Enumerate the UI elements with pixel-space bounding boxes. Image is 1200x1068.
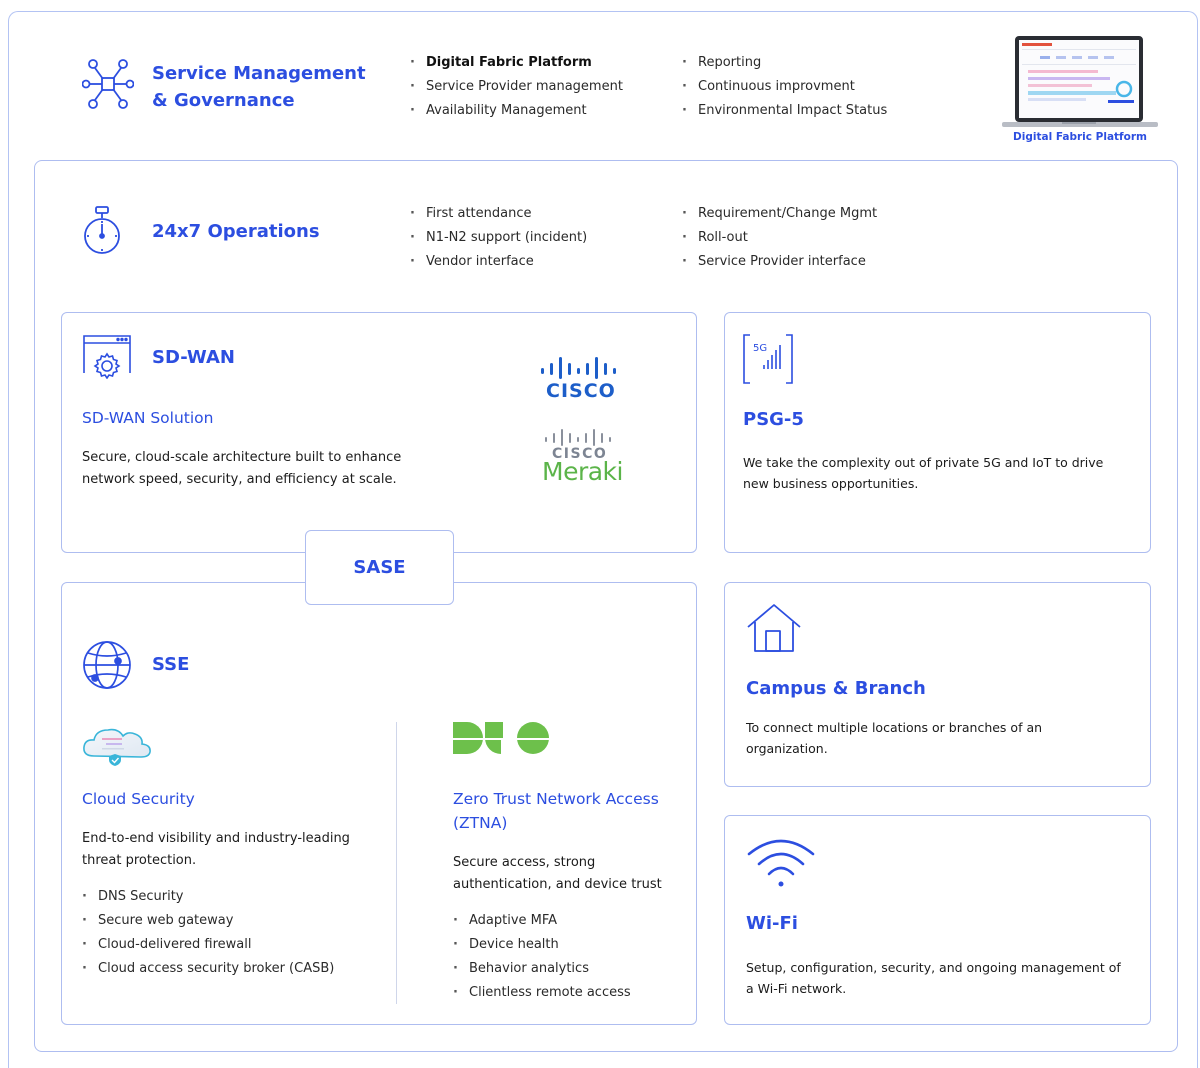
browser-gear-icon — [82, 333, 132, 380]
service-mgmt-list-1: Digital Fabric Platform Service Provider… — [410, 51, 623, 123]
wifi-icon — [746, 836, 816, 890]
sdwan-description: Secure, cloud-scale architecture built t… — [82, 450, 402, 487]
psg5-description: We take the complexity out of private 5G… — [743, 455, 1104, 491]
list-item: Device health — [453, 933, 631, 957]
sase-label: SASE — [305, 530, 454, 605]
cloud-security-list: DNS Security Secure web gateway Cloud-de… — [82, 885, 334, 981]
campus-title: Campus & Branch — [746, 678, 926, 699]
list-item: Adaptive MFA — [453, 909, 631, 933]
network-hub-icon — [81, 58, 135, 110]
list-item: Secure web gateway — [82, 909, 334, 933]
list-item: Continuous improvment — [682, 75, 887, 99]
list-item: Environmental Impact Status — [682, 99, 887, 123]
5g-icon-label: 5G — [753, 343, 768, 354]
list-item: Cloud-delivered firewall — [82, 933, 334, 957]
list-item: Digital Fabric Platform — [410, 51, 623, 75]
wifi-description: Setup, configuration, security, and ongo… — [746, 960, 1121, 996]
cisco-meraki-logo: CISCO Meraki — [540, 428, 630, 488]
list-item: Cloud access security broker (CASB) — [82, 957, 334, 981]
cloud-security-title: Cloud Security — [82, 790, 195, 808]
psg5-title: PSG-5 — [743, 409, 804, 430]
laptop-label: Digital Fabric Platform — [1013, 131, 1147, 143]
list-item: Reporting — [682, 51, 887, 75]
cisco-wordmark: CISCO — [546, 380, 616, 402]
list-item: Roll-out — [682, 226, 877, 250]
duo-logo — [453, 722, 549, 754]
cloud-security-description: End-to-end visibility and industry-leadi… — [82, 831, 350, 868]
sse-divider — [396, 722, 397, 1004]
laptop-screenshot — [1000, 34, 1160, 130]
list-item: N1-N2 support (incident) — [410, 226, 587, 250]
list-item: Service Provider management — [410, 75, 623, 99]
list-item: Vendor interface — [410, 250, 587, 274]
sse-title: SSE — [152, 654, 190, 675]
list-item: Behavior analytics — [453, 957, 631, 981]
sdwan-subtitle: SD-WAN Solution — [82, 409, 214, 427]
list-item: Clientless remote access — [453, 981, 631, 1005]
list-item: Availability Management — [410, 99, 623, 123]
ztna-description: Secure access, strong authentication, an… — [453, 855, 662, 892]
globe-network-icon — [81, 639, 133, 691]
ztna-list: Adaptive MFA Device health Behavior anal… — [453, 909, 631, 1005]
operations-title: 24x7 Operations — [152, 221, 320, 242]
campus-description: To connect multiple locations or branche… — [746, 720, 1043, 756]
operations-list-1: First attendance N1-N2 support (incident… — [410, 202, 587, 274]
service-mgmt-title: Service Management & Governance — [152, 63, 366, 111]
wifi-title: Wi-Fi — [746, 913, 798, 934]
service-mgmt-list-2: Reporting Continuous improvment Environm… — [682, 51, 887, 123]
cloud-shield-icon — [80, 722, 154, 768]
meraki-wordmark: Meraki — [542, 457, 623, 486]
list-item: Requirement/Change Mgmt — [682, 202, 877, 226]
ztna-title: Zero Trust Network Access (ZTNA) — [453, 790, 659, 832]
cisco-logo: CISCO — [538, 356, 628, 404]
operations-list-2: Requirement/Change Mgmt Roll-out Service… — [682, 202, 877, 274]
sdwan-title: SD-WAN — [152, 347, 235, 368]
list-item: Service Provider interface — [682, 250, 877, 274]
stopwatch-icon — [82, 205, 122, 257]
list-item: First attendance — [410, 202, 587, 226]
house-icon — [746, 603, 802, 653]
5g-signal-icon: 5G — [742, 333, 794, 385]
list-item: DNS Security — [82, 885, 334, 909]
